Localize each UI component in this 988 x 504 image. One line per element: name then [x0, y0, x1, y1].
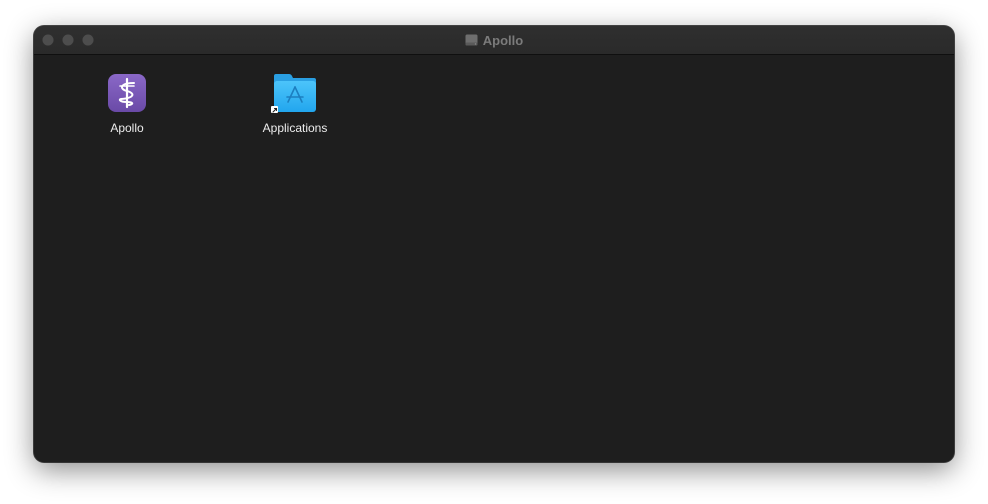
- apollo-app-label: Apollo: [110, 121, 144, 135]
- applications-folder-alias-icon: [271, 74, 316, 113]
- applications-alias-item[interactable]: Applications: [240, 70, 350, 135]
- finder-window: Apollo Apollo Applications: [34, 26, 954, 462]
- apollo-app-icon: [108, 74, 146, 112]
- title-bar[interactable]: Apollo: [34, 26, 954, 55]
- disk-icon: [465, 34, 478, 46]
- window-title: Apollo: [482, 32, 524, 48]
- apollo-app-item[interactable]: Apollo: [72, 70, 182, 135]
- window-title-group: Apollo: [34, 26, 954, 54]
- finder-content: Apollo Applications: [34, 55, 954, 462]
- applications-label: Applications: [262, 121, 328, 135]
